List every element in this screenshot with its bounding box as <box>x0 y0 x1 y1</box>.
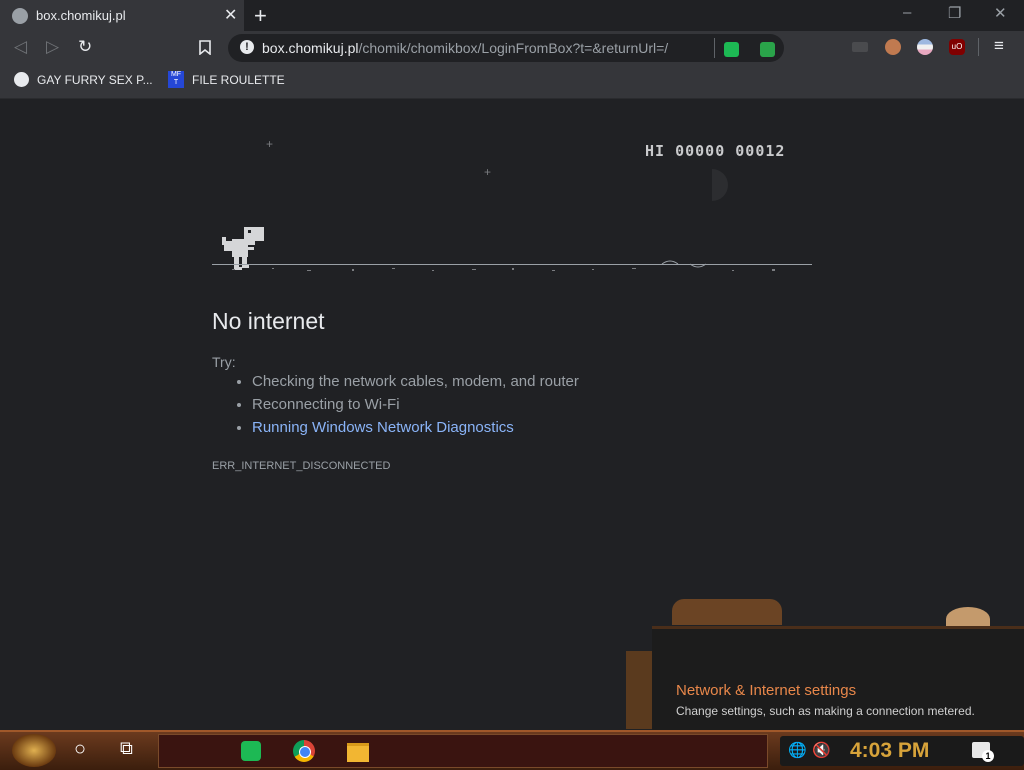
moon-decoration <box>712 169 728 201</box>
try-label: Try: <box>212 354 236 370</box>
globe-icon <box>14 72 29 87</box>
shield-extension-icon[interactable] <box>760 42 775 57</box>
browser-toolbar: ◁ ▷ ↻ ! box.chomikuj.pl/chomik/chomikbox… <box>0 31 1024 64</box>
list-item: Reconnecting to Wi-Fi <box>252 393 579 416</box>
menu-button[interactable]: ≡ <box>994 36 1004 56</box>
notes-extension-icon[interactable] <box>724 42 739 57</box>
extension-icon[interactable] <box>852 42 868 52</box>
avatar-icon-1[interactable] <box>885 39 901 55</box>
ground-texture <box>232 260 775 271</box>
network-settings-description: Change settings, such as making a connec… <box>676 704 975 718</box>
network-diagnostics-link[interactable]: Running Windows Network Diagnostics <box>252 419 514 436</box>
chrome-center-icon <box>299 746 311 758</box>
error-code: ERR_INTERNET_DISCONNECTED <box>212 460 391 472</box>
tab-title: box.chomikuj.pl <box>36 8 126 23</box>
system-tray: 🌐 🔇 4:03 PM 1 <box>780 736 1024 766</box>
machine-decoration <box>626 651 654 729</box>
clock[interactable]: 4:03 PM <box>850 739 929 763</box>
close-tab-icon[interactable]: ✕ <box>224 5 237 25</box>
mft-icon: MF T <box>168 71 184 88</box>
volume-muted-icon[interactable]: 🔇 <box>812 741 831 759</box>
omnibox-divider <box>714 38 715 58</box>
gear-decoration <box>672 599 782 625</box>
star-decoration: + <box>266 137 274 151</box>
url-path: /chomik/chomikbox/LoginFromBox?t=&return… <box>358 40 669 56</box>
globe-icon <box>12 8 28 24</box>
list-item: Checking the network cables, modem, and … <box>252 370 579 393</box>
suggestion-list: Checking the network cables, modem, and … <box>212 370 579 439</box>
start-button[interactable] <box>12 734 56 767</box>
list-item: Running Windows Network Diagnostics <box>252 416 579 439</box>
bookmark-gay-furry[interactable]: GAY FURRY SEX P... <box>37 73 153 87</box>
new-tab-button[interactable]: + <box>254 3 267 29</box>
toolbar-divider <box>978 38 979 56</box>
page-title: No internet <box>212 308 325 334</box>
close-window-button[interactable]: ✕ <box>994 4 1007 22</box>
bookmark-star-icon[interactable] <box>199 40 211 55</box>
star-decoration: + <box>484 165 492 179</box>
bookmarks-bar: GAY FURRY SEX P... MF T FILE ROULETTE <box>0 64 1024 99</box>
address-bar[interactable]: ! box.chomikuj.pl/chomik/chomikbox/Login… <box>228 34 784 62</box>
notes-app-icon[interactable] <box>241 741 261 761</box>
network-icon[interactable]: 🌐 <box>788 741 807 759</box>
network-flyout[interactable]: Network & Internet settings Change setti… <box>652 626 1024 732</box>
score-display: HI 00000 00012 <box>645 142 786 160</box>
file-explorer-icon[interactable] <box>347 743 369 762</box>
forward-button[interactable]: ▷ <box>46 37 59 57</box>
notification-count-badge: 1 <box>982 750 994 762</box>
network-settings-link[interactable]: Network & Internet settings <box>676 682 856 699</box>
url-text[interactable]: box.chomikuj.pl/chomik/chomikbox/LoginFr… <box>262 40 668 56</box>
minimize-button[interactable]: – <box>903 4 911 21</box>
restore-button[interactable]: ❐ <box>948 4 961 22</box>
url-host: box.chomikuj.pl <box>262 40 359 56</box>
chrome-app-icon[interactable] <box>293 740 315 762</box>
search-button[interactable]: ○ <box>74 738 86 761</box>
active-tab[interactable]: box.chomikuj.pl ✕ <box>0 0 244 31</box>
not-secure-icon[interactable]: ! <box>240 40 254 54</box>
tab-strip: box.chomikuj.pl ✕ + – ❐ ✕ <box>0 0 1024 31</box>
taskbar-apps-area <box>158 734 768 768</box>
avatar-icon-2[interactable] <box>917 39 933 55</box>
taskbar: ○ ⧉ 🌐 🔇 4:03 PM 1 <box>0 730 1024 770</box>
back-button[interactable]: ◁ <box>14 37 27 57</box>
task-view-button[interactable]: ⧉ <box>120 738 133 759</box>
reload-button[interactable]: ↻ <box>78 37 92 57</box>
ublock-icon[interactable]: uO <box>949 39 965 55</box>
bookmark-file-roulette[interactable]: FILE ROULETTE <box>192 73 285 87</box>
